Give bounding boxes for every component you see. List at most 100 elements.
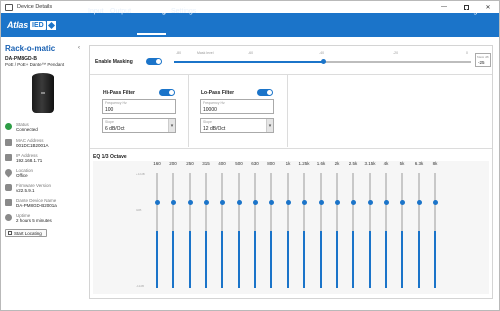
mask-scale-label: 0: [466, 51, 468, 55]
eq-band-frequency-label: 200: [169, 161, 177, 166]
eq-band-frequency-label: 5k: [399, 161, 405, 166]
eq-band-thumb[interactable]: [252, 200, 258, 205]
enable-masking-label: Enable Masking: [95, 59, 133, 65]
hi-pass-frequency-input[interactable]: Frequency Hz 100: [102, 99, 176, 114]
eq-db-label: 0dB: [136, 208, 142, 212]
eq-band-thumb[interactable]: [219, 200, 225, 205]
eq-band-thumb[interactable]: [154, 200, 160, 205]
lo-pass-toggle[interactable]: [257, 89, 273, 96]
eq-area: [93, 161, 489, 294]
mac-address-info: MAC Address 001DC1B2001A: [5, 138, 49, 149]
title-bar: Device Details: [1, 1, 499, 13]
ip-icon: [5, 154, 12, 161]
atlas-ied-logo: Atlas IED: [7, 19, 56, 31]
eq-band-frequency-label: 630: [251, 161, 259, 166]
minimize-button[interactable]: —: [433, 1, 455, 13]
eq-band-fill: [254, 230, 256, 288]
hi-pass-toggle[interactable]: [159, 89, 175, 96]
eq-band-frequency-label: 1.6k: [316, 161, 326, 166]
eq-band-thumb[interactable]: [268, 200, 274, 205]
eq-band-thumb[interactable]: [383, 200, 389, 205]
mask-scale-label: -40: [319, 51, 325, 55]
eq-band-thumb[interactable]: [399, 200, 405, 205]
eq-band-thumb[interactable]: [367, 200, 373, 205]
eq-band-thumb[interactable]: [170, 200, 176, 205]
firmware-info: Firmware Version v22.5.9.1: [5, 183, 51, 194]
enable-masking-toggle[interactable]: [146, 58, 162, 65]
dante-name-info: Dante Device Name DA-PM8GD-B2001a: [5, 198, 57, 209]
eq-band-thumb[interactable]: [203, 200, 209, 205]
lo-pass-frequency-input[interactable]: Frequency Hz 10000: [200, 99, 274, 114]
window-app-icon: [5, 3, 13, 11]
eq-band-fill: [172, 230, 174, 288]
logo-mark-icon: [46, 20, 56, 30]
section-divider: [287, 75, 288, 147]
eq-band-frequency-label: 4k: [383, 161, 389, 166]
ip-address-info: IP Address 192.168.1.71: [5, 153, 42, 164]
device-details-window: Device Details — ✕ Atlas IED Input Outpu…: [0, 0, 500, 311]
mask-scale-label: -60: [248, 51, 254, 55]
lo-pass-slope-select[interactable]: Slope 12 dB/Oct ▾: [200, 118, 274, 133]
logout-link[interactable]: Logout: [466, 8, 487, 15]
device-model-description: PoE / PoE+ Dante™ Pendant: [5, 62, 65, 67]
lo-pass-filter-title: Lo-Pass Filter: [201, 90, 235, 96]
eq-band-frequency-label: 500: [235, 161, 243, 166]
location-pin-icon: [3, 167, 14, 178]
eq-band-frequency-label: 2.5k: [348, 161, 358, 166]
locate-icon: [8, 231, 12, 235]
chevron-down-icon: ▾: [168, 119, 175, 132]
eq-band-frequency-label: 2k: [334, 161, 340, 166]
eq-band-thumb[interactable]: [432, 200, 438, 205]
eq-band-thumb[interactable]: [334, 200, 340, 205]
eq-band-thumb[interactable]: [236, 200, 242, 205]
collapse-sidebar-icon[interactable]: ‹: [78, 45, 80, 51]
status-info: Status Connected: [5, 122, 38, 133]
eq-band-frequency-label: 3.15k: [364, 161, 376, 166]
start-locating-button[interactable]: Start Locating: [5, 229, 47, 237]
eq-band-fill: [418, 230, 420, 288]
eq-band-fill: [385, 230, 387, 288]
check-circle-icon: [5, 123, 12, 130]
mask-scale-label: -80: [176, 51, 182, 55]
eq-band-fill: [369, 230, 371, 288]
eq-band-thumb[interactable]: [318, 200, 324, 205]
eq-band-fill: [434, 230, 436, 288]
eq-band-fill: [401, 230, 403, 288]
location-info: Location Office: [3, 167, 33, 179]
eq-band-thumb[interactable]: [416, 200, 422, 205]
device-name: Rack-o-matic: [5, 44, 56, 53]
eq-band-fill: [287, 230, 289, 288]
eq-title: EQ 1/3 Octave: [93, 154, 127, 160]
eq-band-fill: [303, 230, 305, 288]
section-divider: [90, 148, 492, 149]
eq-band-fill: [156, 230, 158, 288]
tab-masking[interactable]: Masking: [138, 8, 166, 15]
eq-band-fill: [221, 230, 223, 288]
eq-band-frequency-label: 250: [186, 161, 194, 166]
tab-input[interactable]: Input: [88, 8, 104, 15]
hi-pass-filter-title: Hi-Pass Filter: [103, 90, 135, 96]
eq-band-thumb[interactable]: [285, 200, 291, 205]
mask-level-input[interactable]: Mask dB -25: [475, 53, 491, 67]
network-icon: [5, 139, 12, 146]
eq-band-fill: [336, 230, 338, 288]
eq-band-thumb[interactable]: [301, 200, 307, 205]
eq-band-thumb[interactable]: [187, 200, 193, 205]
pendant-speaker-image: [32, 73, 54, 113]
active-tab-indicator: [137, 33, 166, 35]
eq-band-fill: [205, 230, 207, 288]
firmware-icon: [5, 184, 12, 191]
mask-level-slider[interactable]: [174, 59, 471, 64]
top-navbar: Atlas IED: [1, 13, 499, 37]
dante-name-icon: [5, 199, 12, 206]
eq-band-fill: [320, 230, 322, 288]
eq-band-frequency-label: 6.3k: [414, 161, 424, 166]
eq-band-thumb[interactable]: [350, 200, 356, 205]
hi-pass-slope-select[interactable]: Slope 6 dB/Oct ▾: [102, 118, 176, 133]
uptime-info: Uptime 2 hours 5 minutes: [5, 213, 52, 224]
tab-output[interactable]: Output: [110, 8, 131, 15]
tab-settings[interactable]: Settings: [171, 8, 196, 15]
eq-band-frequency-label: 400: [218, 161, 226, 166]
mask-level-fill: [174, 61, 323, 63]
mask-level-thumb[interactable]: [321, 59, 326, 64]
